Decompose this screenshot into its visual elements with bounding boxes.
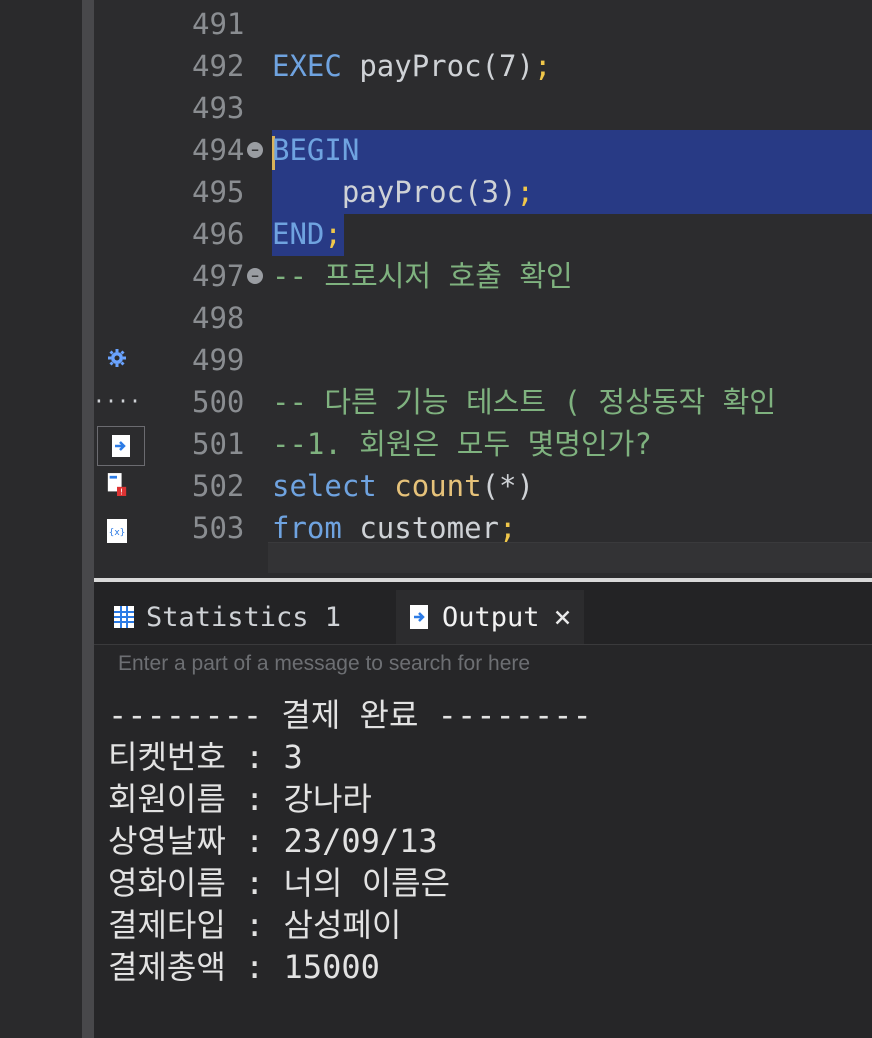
fold-toggle-icon[interactable]: − [247, 142, 263, 158]
line-number: 492 [192, 49, 245, 83]
output-icon [408, 603, 432, 631]
tab-output-label: Output [442, 601, 540, 633]
code-line[interactable]: 500 -- 다른 기능 테스트 ( 정상동작 확인 [94, 381, 872, 423]
grid-icon [112, 603, 136, 631]
output-line: 회원이름 : 강나라 [108, 780, 372, 818]
line-number: 494 [192, 133, 245, 167]
code-text[interactable]: BEGIN [272, 129, 359, 171]
code-text[interactable]: EXEC payProc(7); [272, 45, 551, 87]
code-line[interactable]: 502 select count(*) [94, 465, 872, 507]
fold-toggle-icon[interactable]: − [247, 268, 263, 284]
output-line: 상영날짜 : 23/09/13 [108, 822, 438, 860]
code-text[interactable]: --1. 회원은 모두 몇명인가? [272, 423, 652, 465]
output-line: 결제총액 : 15000 [108, 948, 380, 986]
tab-output[interactable]: Output × [396, 590, 584, 644]
code-line[interactable]: 499 [94, 339, 872, 381]
output-line: 결제타입 : 삼성페이 [108, 906, 402, 944]
code-line[interactable]: 491 [94, 3, 872, 45]
code-line[interactable]: 492 EXEC payProc(7); [94, 45, 872, 87]
left-border [82, 0, 94, 1038]
code-text[interactable]: -- 다른 기능 테스트 ( 정상동작 확인 [272, 381, 776, 423]
line-number: 499 [192, 343, 245, 377]
line-number: 496 [192, 217, 245, 251]
line-number: 502 [192, 469, 245, 503]
output-log: -------- 결제 완료 -------- 티켓번호 : 3 회원이름 : 강나… [108, 694, 592, 988]
output-line: 티켓번호 : 3 [108, 738, 303, 776]
code-line[interactable]: 498 [94, 297, 872, 339]
sql-editor[interactable]: ···· ! {x} 491 492 EXEC payProc(7); 493 494−… [94, 0, 872, 578]
panel-tabs: Statistics 1 Output × [94, 582, 872, 645]
code-text[interactable]: END; [272, 213, 342, 255]
code-line[interactable]: 497− -- 프로시저 호출 확인 [94, 255, 872, 297]
output-search-input[interactable]: Enter a part of a message to search for … [118, 652, 530, 676]
horizontal-scrollbar[interactable] [268, 542, 872, 573]
close-icon[interactable]: × [554, 600, 572, 635]
code-line[interactable]: 495 payProc(3); [94, 171, 872, 213]
code-text[interactable]: -- 프로시저 호출 확인 [272, 255, 573, 297]
code-text[interactable]: select count(*) [272, 465, 534, 507]
code-line[interactable]: 501 --1. 회원은 모두 몇명인가? [94, 423, 872, 465]
line-number: 501 [192, 427, 245, 461]
line-number: 493 [192, 91, 245, 125]
code-line[interactable]: 494− BEGIN [94, 129, 872, 171]
output-line: 영화이름 : 너의 이름은 [108, 864, 451, 902]
line-number: 498 [192, 301, 245, 335]
line-number: 497 [192, 259, 245, 293]
line-number: 503 [192, 511, 245, 545]
tab-statistics[interactable]: Statistics 1 [100, 590, 353, 644]
line-number: 491 [192, 7, 245, 41]
output-panel: Statistics 1 Output × Enter a part of a … [94, 582, 872, 1038]
code-text[interactable]: payProc(3); [272, 171, 534, 213]
left-strip [0, 0, 82, 1038]
line-number: 495 [192, 175, 245, 209]
line-number: 500 [192, 385, 245, 419]
code-line[interactable]: 493 [94, 87, 872, 129]
tab-statistics-label: Statistics 1 [146, 601, 342, 633]
output-line: -------- 결제 완료 -------- [108, 696, 592, 734]
code-line[interactable]: 496 END; [94, 213, 872, 255]
